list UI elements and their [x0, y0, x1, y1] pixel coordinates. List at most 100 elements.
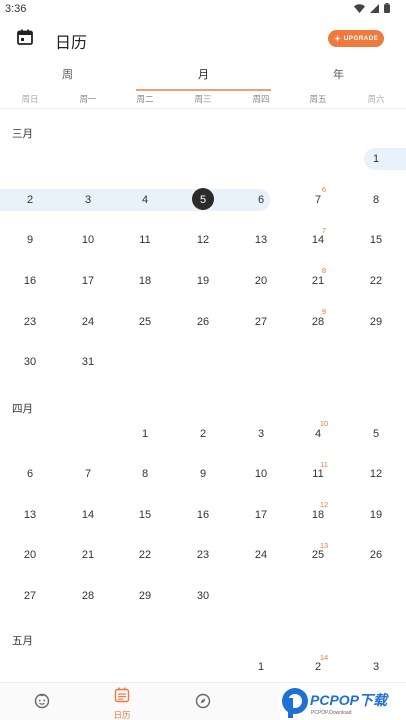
day-cell[interactable]: 14	[289, 234, 347, 246]
day-cell[interactable]: 23	[1, 316, 59, 328]
day-cell[interactable]: 3	[347, 661, 405, 673]
day-cell[interactable]: 19	[347, 509, 405, 521]
day-cell[interactable]: 5	[347, 428, 405, 440]
day-cell[interactable]: 4	[116, 194, 174, 206]
day-cell[interactable]: 6	[232, 194, 290, 206]
day-cell[interactable]: 28	[59, 590, 117, 602]
day-cell[interactable]: 11	[289, 468, 347, 480]
day-cell[interactable]: 2	[289, 661, 347, 673]
day-cell[interactable]: 26	[174, 316, 232, 328]
upgrade-button[interactable]: UPGRADE	[328, 30, 384, 47]
week-number: 12	[319, 500, 329, 509]
weekday-fri: 周五	[309, 94, 327, 104]
day-cell[interactable]: 12	[347, 468, 405, 480]
compass-icon	[195, 693, 211, 709]
weekday-tue: 周二	[136, 94, 154, 104]
week-number: 9	[321, 307, 327, 316]
day-cell[interactable]: 2	[174, 428, 232, 440]
day-cell[interactable]: 10	[232, 468, 290, 480]
baby-face-icon	[34, 693, 50, 709]
sparkle-icon	[333, 35, 341, 42]
day-cell[interactable]: 28	[289, 316, 347, 328]
day-cell[interactable]: 6	[1, 468, 59, 480]
weekday-thu: 周四	[252, 94, 270, 104]
weekday-header: 周日 周一 周二 周三 周四 周五 周六	[0, 93, 406, 107]
tab-month[interactable]: 月	[136, 62, 271, 90]
status-icons	[354, 3, 390, 13]
day-cell[interactable]: 8	[116, 468, 174, 480]
watermark-brand: PCPOP下载	[310, 692, 389, 708]
tab-year[interactable]: 年	[271, 62, 406, 90]
week-number: 10	[319, 419, 329, 428]
day-cell[interactable]: 17	[232, 509, 290, 521]
app-bar: 日历 UPGRADE	[0, 18, 406, 60]
day-cell[interactable]: 24	[59, 316, 117, 328]
day-cell[interactable]: 17	[59, 275, 117, 287]
day-cell[interactable]: 3	[59, 194, 117, 206]
day-cell[interactable]: 1	[347, 153, 405, 165]
day-cell[interactable]: 14	[59, 509, 117, 521]
day-cell[interactable]: 9	[1, 234, 59, 246]
tab-indicator	[136, 89, 271, 91]
upgrade-label: UPGRADE	[343, 35, 379, 42]
day-cell[interactable]: 3	[232, 428, 290, 440]
day-cell[interactable]: 21	[59, 549, 117, 561]
tab-week[interactable]: 周	[0, 62, 135, 90]
calendar-list-icon	[114, 687, 130, 703]
day-cell[interactable]: 31	[59, 356, 117, 368]
month-label-may: 五月	[12, 635, 33, 647]
day-cell[interactable]: 27	[232, 316, 290, 328]
wifi-icon	[354, 3, 365, 13]
day-cell-today[interactable]: 5	[174, 194, 232, 206]
day-cell[interactable]: 15	[116, 509, 174, 521]
day-cell[interactable]: 29	[116, 590, 174, 602]
day-cell[interactable]: 2	[1, 194, 59, 206]
day-cell[interactable]: 22	[347, 275, 405, 287]
nav-baby[interactable]	[22, 693, 62, 714]
day-cell[interactable]: 19	[174, 275, 232, 287]
day-cell[interactable]: 23	[174, 549, 232, 561]
day-cell[interactable]: 30	[1, 356, 59, 368]
day-cell[interactable]: 7	[289, 194, 347, 206]
day-cell[interactable]: 15	[347, 234, 405, 246]
weekday-wed: 周三	[194, 94, 212, 104]
day-cell[interactable]: 11	[116, 234, 174, 246]
day-cell[interactable]: 20	[232, 275, 290, 287]
day-cell[interactable]: 16	[174, 509, 232, 521]
day-cell[interactable]: 27	[1, 590, 59, 602]
month-label-april: 四月	[12, 403, 33, 415]
nav-discover[interactable]	[183, 693, 223, 714]
page-title: 日历	[55, 35, 88, 52]
day-cell[interactable]: 1	[232, 661, 290, 673]
weekday-sun: 周日	[21, 94, 39, 104]
day-cell[interactable]: 25	[116, 316, 174, 328]
day-cell[interactable]: 13	[232, 234, 290, 246]
nav-calendar[interactable]: 日历	[102, 687, 142, 720]
weekday-sat: 周六	[367, 94, 385, 104]
view-tabs: 周 月 年	[0, 62, 406, 92]
day-cell[interactable]: 21	[289, 275, 347, 287]
day-cell[interactable]: 18	[289, 509, 347, 521]
day-cell[interactable]: 26	[347, 549, 405, 561]
day-cell[interactable]: 18	[116, 275, 174, 287]
weekday-mon: 周一	[79, 94, 97, 104]
day-cell[interactable]: 9	[174, 468, 232, 480]
day-cell[interactable]: 10	[59, 234, 117, 246]
day-cell[interactable]: 12	[174, 234, 232, 246]
day-cell[interactable]: 24	[232, 549, 290, 561]
day-cell[interactable]: 16	[1, 275, 59, 287]
signal-icon	[370, 3, 379, 13]
status-time: 3:36	[5, 3, 27, 15]
header-divider	[0, 108, 406, 109]
calendar-icon[interactable]	[17, 29, 33, 45]
day-cell[interactable]: 4	[289, 428, 347, 440]
day-cell[interactable]: 20	[1, 549, 59, 561]
day-cell[interactable]: 25	[289, 549, 347, 561]
day-cell[interactable]: 8	[347, 194, 405, 206]
day-cell[interactable]: 13	[1, 509, 59, 521]
day-cell[interactable]: 22	[116, 549, 174, 561]
day-cell[interactable]: 1	[116, 428, 174, 440]
day-cell[interactable]: 7	[59, 468, 117, 480]
day-cell[interactable]: 29	[347, 316, 405, 328]
day-cell[interactable]: 30	[174, 590, 232, 602]
